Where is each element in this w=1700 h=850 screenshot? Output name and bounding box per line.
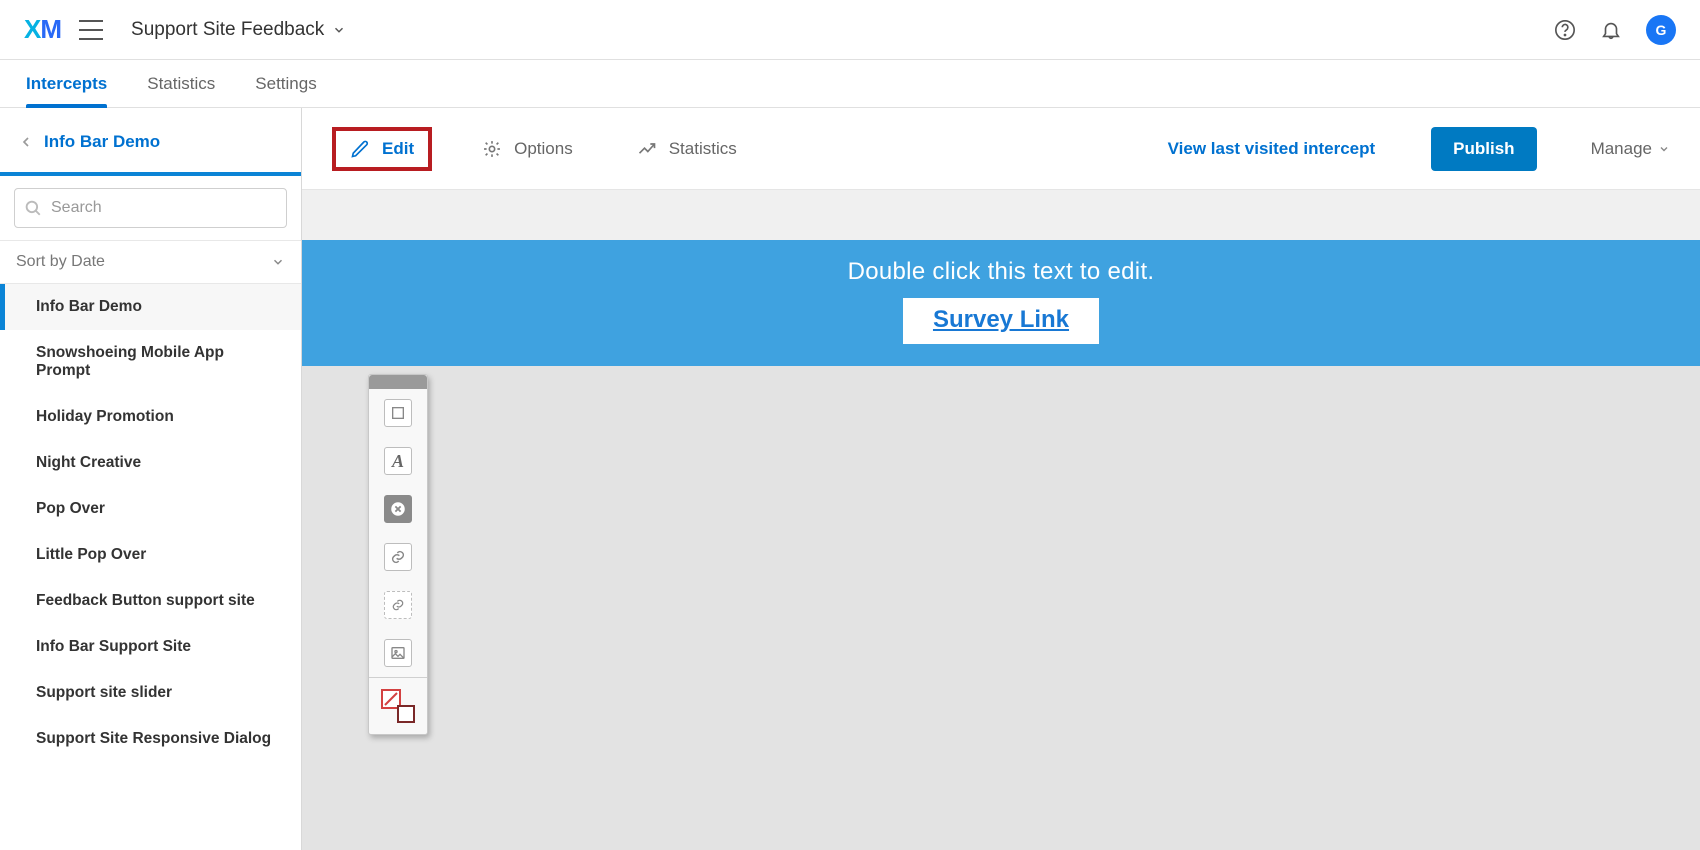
tool-palette[interactable]: A [368, 374, 428, 735]
search-input[interactable] [14, 188, 287, 228]
close-tool[interactable] [369, 485, 427, 533]
help-icon[interactable] [1554, 19, 1576, 41]
search-box [14, 188, 287, 228]
tab-intercepts[interactable]: Intercepts [26, 60, 107, 107]
list-item[interactable]: Little Pop Over [0, 532, 301, 578]
info-bar-creative[interactable]: Double click this text to edit. Survey L… [302, 240, 1700, 366]
breadcrumb-title[interactable]: Info Bar Demo [44, 132, 160, 152]
text-tool[interactable]: A [369, 437, 427, 485]
link-icon [384, 543, 412, 571]
sidebar: Info Bar Demo Sort by Date Info Bar Demo… [0, 108, 302, 850]
list-item[interactable]: Info Bar Support Site [0, 624, 301, 670]
box-tool[interactable] [369, 389, 427, 437]
manage-label: Manage [1591, 139, 1652, 159]
back-chevron-icon[interactable] [18, 131, 34, 153]
statistics-label: Statistics [669, 139, 737, 159]
list-item[interactable]: Snowshoeing Mobile App Prompt [0, 330, 301, 394]
view-last-visited-link[interactable]: View last visited intercept [1168, 139, 1376, 159]
editor-toolbar: Edit Options Statistics View last visite… [302, 108, 1700, 190]
user-avatar[interactable]: G [1646, 15, 1676, 45]
tab-statistics[interactable]: Statistics [147, 60, 215, 107]
canvas-top-spacer [302, 190, 1700, 240]
list-item[interactable]: Night Creative [0, 440, 301, 486]
target-link-icon [384, 591, 412, 619]
image-tool[interactable] [369, 629, 427, 677]
chevron-down-icon [1658, 143, 1670, 155]
list-item[interactable]: Pop Over [0, 486, 301, 532]
sort-selector[interactable]: Sort by Date [0, 240, 301, 284]
rectangle-icon [384, 399, 412, 427]
chart-line-icon [637, 139, 657, 159]
search-wrap [0, 176, 301, 240]
project-title-text: Support Site Feedback [131, 19, 324, 41]
editor-canvas[interactable]: Double click this text to edit. Survey L… [302, 190, 1700, 850]
survey-link-box: Survey Link [903, 298, 1099, 344]
gear-icon [482, 139, 502, 159]
avatar-initial: G [1656, 22, 1667, 38]
colors-tool[interactable] [369, 678, 427, 734]
survey-link[interactable]: Survey Link [933, 306, 1069, 333]
list-item[interactable]: Support Site Responsive Dialog [0, 716, 301, 762]
chevron-down-icon [332, 23, 346, 37]
manage-dropdown[interactable]: Manage [1591, 139, 1670, 159]
palette-drag-handle[interactable] [369, 375, 427, 389]
notifications-icon[interactable] [1600, 19, 1622, 41]
pencil-icon [350, 139, 370, 159]
tab-settings[interactable]: Settings [255, 60, 316, 107]
target-tool[interactable] [369, 581, 427, 629]
sort-label: Sort by Date [16, 253, 105, 271]
image-icon [384, 639, 412, 667]
close-circle-icon [384, 495, 412, 523]
main-area: Info Bar Demo Sort by Date Info Bar Demo… [0, 108, 1700, 850]
text-icon: A [384, 447, 412, 475]
search-icon [24, 199, 42, 217]
link-tool[interactable] [369, 533, 427, 581]
menu-icon[interactable] [79, 20, 103, 40]
info-bar-text[interactable]: Double click this text to edit. [302, 258, 1700, 286]
list-item[interactable]: Info Bar Demo [0, 284, 301, 330]
edit-button[interactable]: Edit [332, 127, 432, 171]
publish-button[interactable]: Publish [1431, 127, 1536, 171]
options-label: Options [514, 139, 573, 159]
edit-label: Edit [382, 139, 414, 159]
creative-list: Info Bar Demo Snowshoeing Mobile App Pro… [0, 284, 301, 850]
list-item[interactable]: Support site slider [0, 670, 301, 716]
section-tabs: Intercepts Statistics Settings [0, 60, 1700, 108]
color-swatch-icon [381, 689, 415, 723]
project-selector[interactable]: Support Site Feedback [131, 19, 346, 41]
options-button[interactable]: Options [468, 127, 587, 171]
list-item[interactable]: Holiday Promotion [0, 394, 301, 440]
statistics-button[interactable]: Statistics [623, 127, 751, 171]
app-logo: XM [24, 14, 61, 45]
content-panel: Edit Options Statistics View last visite… [302, 108, 1700, 850]
chevron-down-icon [271, 255, 285, 269]
app-header: XM Support Site Feedback G [0, 0, 1700, 60]
breadcrumb-bar: Info Bar Demo [0, 108, 301, 176]
list-item[interactable]: Feedback Button support site [0, 578, 301, 624]
